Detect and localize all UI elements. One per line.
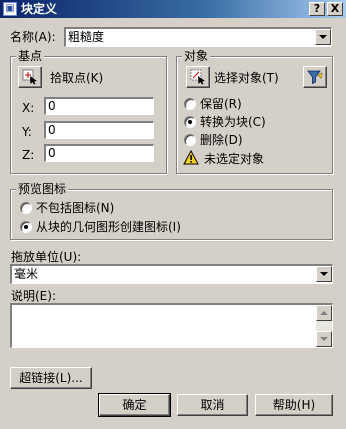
no-icon-radio[interactable]	[20, 202, 32, 214]
convert-to-block-label[interactable]: 转换为块(C)	[200, 115, 266, 129]
retain-label[interactable]: 保留(R)	[200, 97, 242, 111]
delete-radio[interactable]	[184, 134, 196, 146]
delete-label[interactable]: 删除(D)	[200, 133, 243, 147]
convert-to-block-radio[interactable]	[184, 116, 196, 128]
scroll-down-button[interactable]	[316, 331, 332, 347]
objects-legend: 对象	[182, 49, 211, 63]
z-coordinate-value[interactable]: 0	[46, 146, 153, 161]
y-coordinate-input[interactable]: 0	[44, 121, 154, 139]
y-label: Y:	[22, 125, 32, 139]
cancel-button[interactable]: 取消	[177, 394, 248, 416]
block-definition-icon: ▣	[3, 2, 17, 16]
base-point-legend: 基点	[16, 49, 45, 63]
name-value[interactable]: 粗糙度	[66, 30, 311, 45]
insert-units-combobox[interactable]: 毫米	[10, 264, 333, 284]
pick-point-label[interactable]: 拾取点(K)	[50, 71, 103, 85]
chevron-down-icon	[320, 337, 328, 341]
help-title-button[interactable]: ?	[309, 2, 325, 16]
quick-select-filter-icon	[307, 70, 323, 85]
name-combobox[interactable]: 粗糙度	[64, 27, 332, 47]
create-icon-radio[interactable]	[20, 221, 32, 233]
x-coordinate-value[interactable]: 0	[46, 99, 153, 114]
help-button[interactable]: 帮助(H)	[255, 394, 333, 416]
ok-button[interactable]: 确定	[98, 393, 171, 417]
select-objects-icon	[190, 69, 205, 85]
quick-select-button[interactable]	[303, 66, 327, 88]
select-objects-label[interactable]: 选择对象(T)	[214, 71, 279, 85]
x-label: X:	[22, 101, 35, 115]
x-coordinate-input[interactable]: 0	[44, 97, 154, 115]
close-button[interactable]: X	[327, 2, 343, 16]
name-label: 名称(A):	[10, 30, 56, 44]
scroll-up-button[interactable]	[316, 305, 332, 321]
description-textarea[interactable]	[10, 303, 333, 348]
warning-icon	[183, 150, 199, 165]
pick-point-icon	[22, 69, 37, 85]
description-label: 说明(E):	[11, 289, 56, 303]
insert-units-dropdown-button[interactable]	[316, 266, 332, 282]
select-objects-button[interactable]	[186, 66, 210, 88]
window-title: 块定义	[21, 2, 58, 16]
chevron-up-icon	[320, 311, 328, 315]
no-icon-label[interactable]: 不包括图标(N)	[36, 201, 114, 215]
retain-radio[interactable]	[184, 98, 196, 110]
insert-units-value[interactable]: 毫米	[12, 267, 312, 282]
y-coordinate-value[interactable]: 0	[46, 123, 153, 138]
create-icon-label[interactable]: 从块的几何图形创建图标(I)	[36, 220, 181, 234]
hyperlink-button[interactable]: 超链接(L)...	[10, 367, 92, 389]
chevron-down-icon	[320, 272, 328, 276]
name-dropdown-button[interactable]	[315, 29, 331, 45]
no-objects-selected-text: 未选定对象	[204, 152, 265, 166]
z-label: Z:	[22, 148, 35, 162]
z-coordinate-input[interactable]: 0	[44, 144, 154, 162]
pick-point-button[interactable]	[18, 66, 42, 88]
description-scrollbar[interactable]	[316, 305, 332, 347]
insert-units-label: 拖放单位(U):	[11, 250, 82, 264]
chevron-down-icon	[319, 35, 327, 39]
preview-icon-legend: 预览图标	[16, 182, 69, 196]
